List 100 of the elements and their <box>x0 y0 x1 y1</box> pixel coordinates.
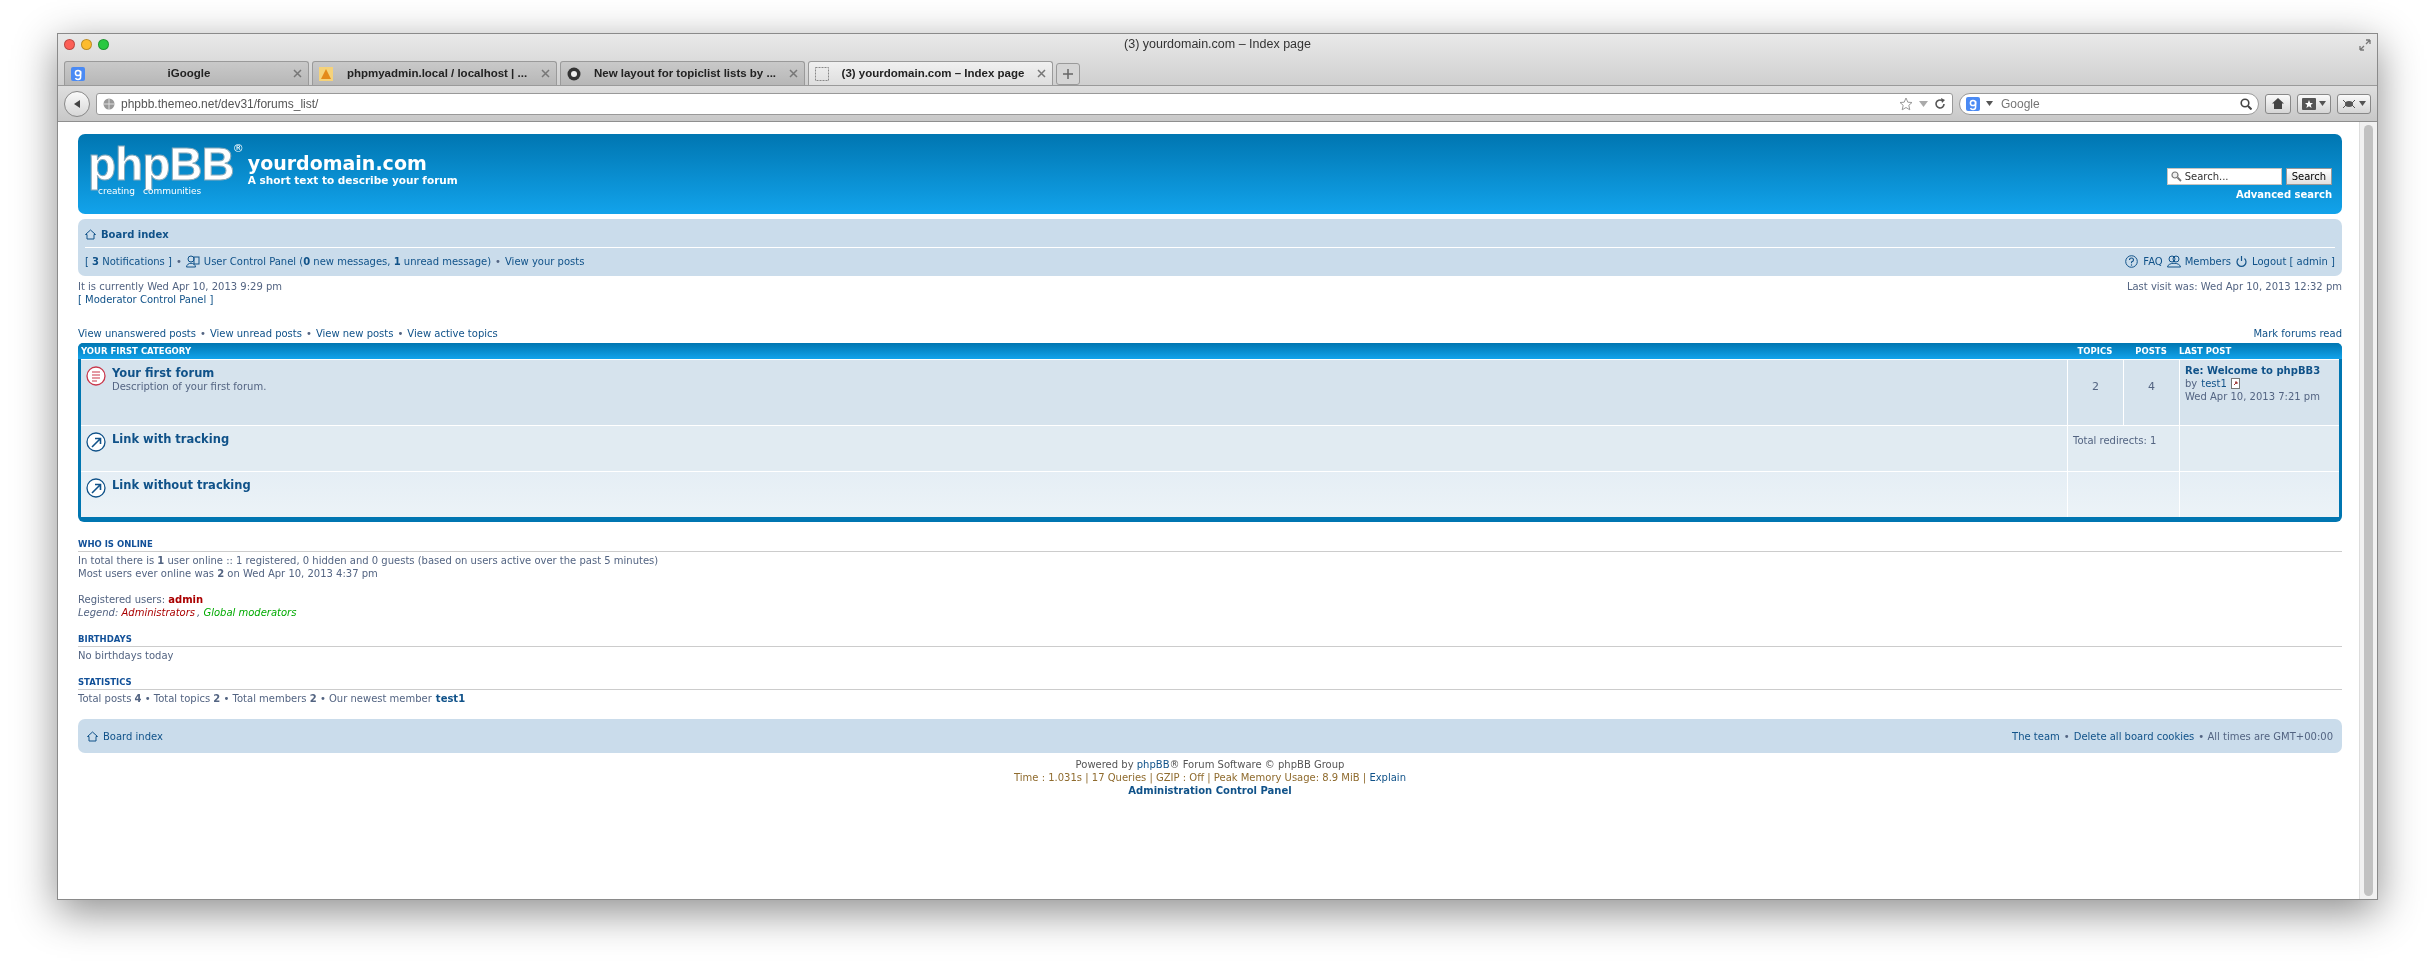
new-tab-button[interactable] <box>1056 63 1080 85</box>
forum-description: Description of your first forum. <box>112 380 267 393</box>
house-icon <box>87 730 98 742</box>
link-title[interactable]: Link with tracking <box>112 432 230 446</box>
house-icon <box>85 228 96 240</box>
breadcrumb-link[interactable]: Board index <box>103 729 163 743</box>
birthdays-text: No birthdays today <box>78 649 175 662</box>
nav-link[interactable]: [ 3 Notifications ] <box>85 254 172 268</box>
google-icon[interactable] <box>1966 96 1980 111</box>
question-icon <box>2125 254 2140 268</box>
last-post-title[interactable]: Re: Welcome to phpBB3 <box>2185 364 2334 377</box>
separator-dot: • <box>495 254 501 268</box>
by-label: by <box>2185 377 2198 390</box>
scrollbar-thumb[interactable] <box>2364 125 2373 896</box>
section-heading: BIRTHDAYS <box>78 633 2342 647</box>
scrollbar[interactable] <box>2359 122 2377 899</box>
zoom-light[interactable] <box>98 39 109 51</box>
search-box[interactable]: Search... <box>2166 168 2282 185</box>
separator-dot: • <box>397 327 404 340</box>
nav-link[interactable]: View your posts <box>505 254 585 268</box>
home-button[interactable] <box>2265 93 2291 114</box>
moderator-panel-link[interactable]: [ Moderator Control Panel ] <box>78 293 283 306</box>
footer-link[interactable]: The team <box>2012 729 2060 743</box>
browser-tab[interactable]: phpmyadmin.local / localhost | ... <box>312 61 557 85</box>
minimize-light[interactable] <box>81 39 92 51</box>
power-icon <box>2235 254 2249 268</box>
last-visit: Last visit was: Wed Apr 10, 2013 12:32 pm <box>2126 280 2342 294</box>
mark-read-link[interactable]: Mark forums read <box>2253 327 2342 340</box>
online-info: In total there is 1 user online :: 1 registered, 0 hidden and 0 guests (based on users active over the past 5 minutes) <box>78 554 660 567</box>
copyright-text: Powered by phpBB® Forum Software © phpBB Group <box>1074 758 1346 771</box>
category-title[interactable]: YOUR FIRST CATEGORY <box>81 344 2067 358</box>
separator-dot: • <box>175 254 182 268</box>
address-field[interactable]: phpbb.themeo.net/dev31/forums_list/ <box>96 92 1953 115</box>
link-icon <box>86 478 106 498</box>
breadcrumb-link[interactable]: Board index <box>101 227 169 241</box>
back-button[interactable] <box>64 90 90 117</box>
site-name[interactable]: yourdomain.com <box>247 152 458 174</box>
link-icon <box>86 432 106 452</box>
separator-dot: • <box>305 327 312 340</box>
link-title[interactable]: Link without tracking <box>112 478 251 492</box>
nav-link[interactable]: Logout [ admin ] <box>2252 254 2335 268</box>
nav-link[interactable]: Members <box>2184 254 2232 268</box>
footer-link[interactable]: Delete all board cookies <box>2073 729 2195 743</box>
dropdown-icon <box>2319 101 2326 106</box>
nav-link[interactable]: FAQ <box>2143 254 2163 268</box>
bookmarks-button[interactable] <box>2297 93 2331 114</box>
legend-label: Legend: <box>78 607 119 618</box>
house-icon <box>2272 98 2284 109</box>
redirect-count: Total redirects: 1 <box>2073 435 2157 446</box>
people-icon <box>2166 254 2181 268</box>
quick-link[interactable]: View unanswered posts <box>78 327 196 340</box>
view-post-icon[interactable] <box>2230 378 2241 389</box>
search-icon <box>2170 171 2182 182</box>
browser-tab[interactable]: iGoogle <box>64 61 309 85</box>
fullscreen-icon[interactable] <box>2359 38 2371 51</box>
nav-link[interactable]: User Control Panel (0 new messages, 1 unread message) <box>203 254 492 268</box>
close-icon[interactable] <box>1037 69 1046 78</box>
quick-link[interactable]: View unread posts <box>209 327 302 340</box>
forum-title[interactable]: Your first forum <box>112 366 267 380</box>
section-heading: STATISTICS <box>78 676 2342 690</box>
explain-link[interactable]: Explain <box>1369 772 1406 783</box>
dropdown-icon[interactable] <box>1986 101 1993 106</box>
debug-info: Time : 1.031s | 17 Queries | GZIP : Off | Peak Memory Usage: 8.9 MiB | Explain <box>1013 771 1407 784</box>
member-link[interactable]: test1 <box>435 692 466 705</box>
reload-icon[interactable] <box>1934 97 1946 110</box>
bug-icon <box>2342 97 2356 110</box>
globe-icon <box>103 97 115 110</box>
column-header: POSTS <box>2134 344 2168 358</box>
close-icon[interactable] <box>293 69 302 78</box>
search-button[interactable]: Search <box>2285 168 2332 185</box>
browser-tab[interactable]: (3) yourdomain.com – Index page <box>808 61 1053 85</box>
search-box[interactable]: Google <box>1959 92 2259 115</box>
quick-link[interactable]: View active topics <box>407 327 498 340</box>
forum-icon <box>86 366 106 386</box>
search-field[interactable]: Google <box>1999 93 2234 114</box>
window-title: (3) yourdomain.com – Index page <box>1123 36 1312 54</box>
extension-button[interactable] <box>2337 93 2371 114</box>
section-heading: WHO IS ONLINE <box>78 538 2342 552</box>
browser-tab[interactable]: New layout for topiclist lists by ... <box>560 61 805 85</box>
registered-label: Registered users: <box>78 594 166 605</box>
close-light[interactable] <box>64 39 75 51</box>
admin-panel-link[interactable]: Administration Control Panel <box>1128 784 1292 797</box>
dropdown-icon <box>2359 101 2366 106</box>
separator-comma: , <box>197 607 201 618</box>
user-icon <box>185 254 200 268</box>
close-icon[interactable] <box>541 69 550 78</box>
user-link[interactable]: admin <box>168 594 204 605</box>
site-description: A short text to describe your forum <box>247 174 458 187</box>
blank-page-icon <box>815 66 829 81</box>
star-icon[interactable] <box>1899 96 1913 111</box>
timezone-note: • All times are GMT+00:00 <box>2198 729 2333 743</box>
phpbb-link[interactable]: phpBB <box>1136 759 1170 770</box>
statistics-text: Total posts 4 • Total topics 2 • Total members 2 • Our newest member <box>78 692 432 705</box>
column-header: TOPICS <box>2076 344 2114 358</box>
quick-link[interactable]: View new posts <box>315 327 394 340</box>
separator-dot: • <box>199 327 206 340</box>
last-post-time: Wed Apr 10, 2013 7:21 pm <box>2185 390 2321 403</box>
star-icon <box>2302 97 2316 110</box>
close-icon[interactable] <box>789 69 798 78</box>
author-link[interactable]: test1 <box>2201 377 2227 390</box>
